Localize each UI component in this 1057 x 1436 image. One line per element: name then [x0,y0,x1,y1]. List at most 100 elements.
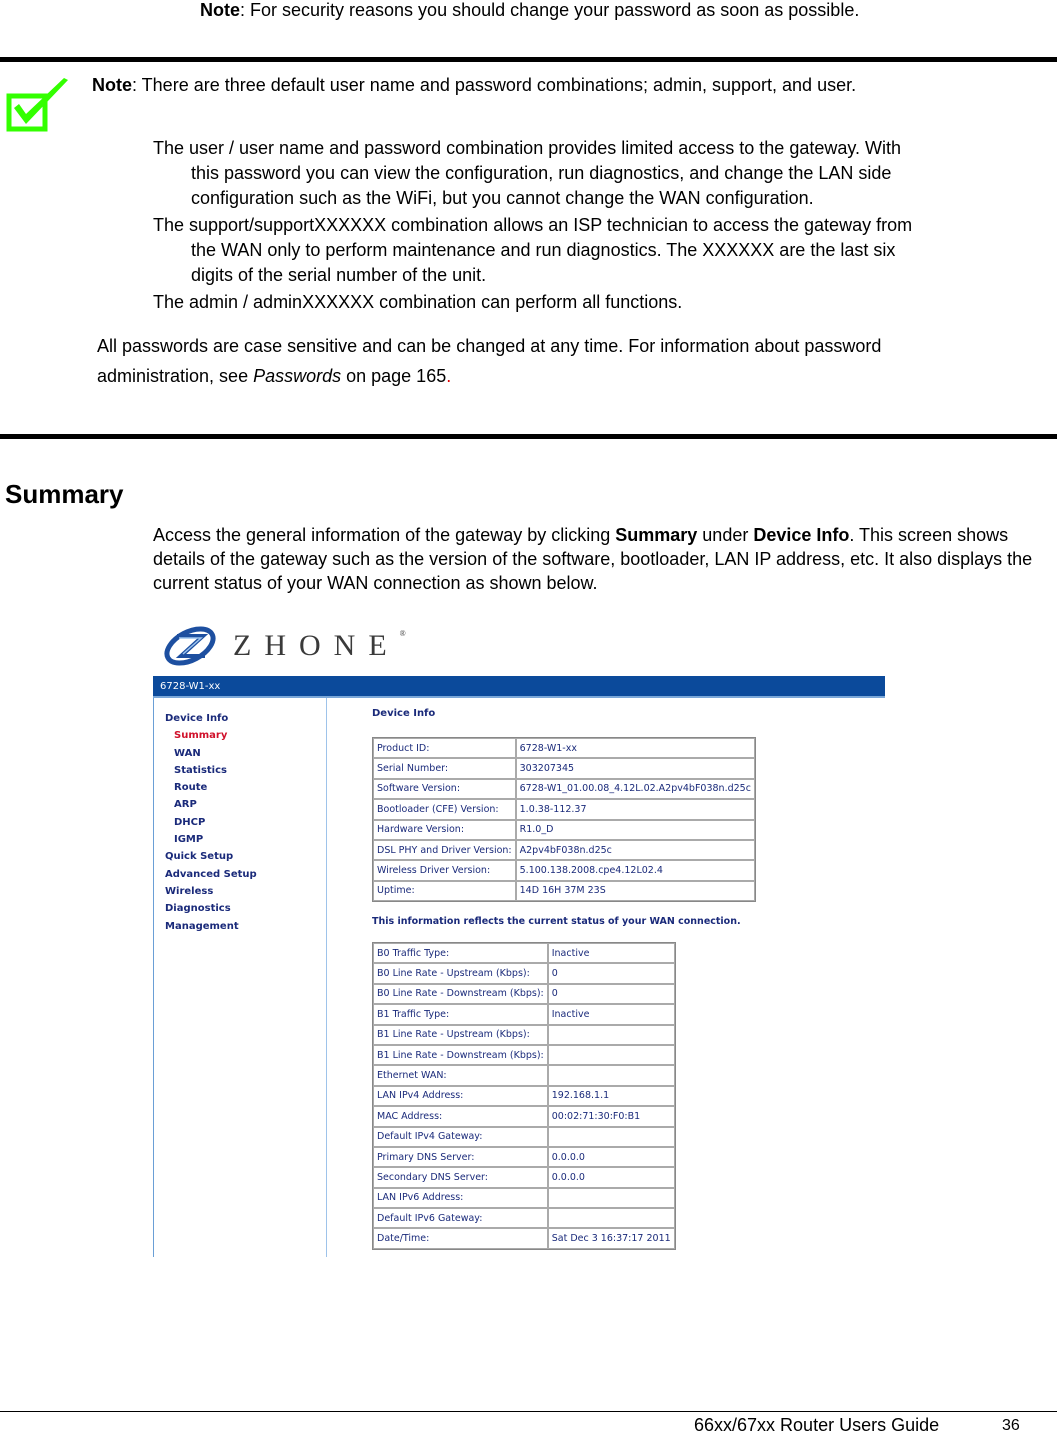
field-value [547,1024,675,1045]
table-row: Product ID: 6728-W1-xx [373,738,755,759]
sidebar-item-advanced-setup[interactable]: Advanced Setup [165,866,257,883]
sidebar-item-statistics[interactable]: Statistics [165,762,257,779]
field-label: Product ID: [373,738,516,759]
zhone-logo: ZHONE® [161,622,406,670]
sidebar-item-device-info[interactable]: Device Info [165,710,257,727]
field-value: 0.0.0.0 [547,1146,675,1168]
field-label: Default IPv6 Gateway: [373,1208,548,1229]
field-label: B0 Traffic Type: [373,943,548,964]
note-text: : For security reasons you should change… [240,0,860,20]
field-label: B1 Line Rate - Downstream (Kbps): [373,1044,548,1066]
period: . [446,366,452,386]
field-value [547,1187,675,1209]
sidebar-item-summary[interactable]: Summary [165,727,257,744]
field-value [547,1065,675,1086]
sidebar-item-wan[interactable]: WAN [165,745,257,762]
field-value: 192.168.1.1 [547,1085,675,1107]
sidebar-item-arp[interactable]: ARP [165,796,257,813]
footer-divider [0,1411,1057,1412]
table-row: B0 Line Rate - Downstream (Kbps): 0 [373,983,675,1005]
field-value: A2pv4bF038n.d25c [515,839,755,861]
table-row: LAN IPv4 Address: 192.168.1.1 [373,1085,675,1107]
table-row: Serial Number: 303207345 [373,758,755,779]
table-row: Bootloader (CFE) Version: 1.0.38-112.37 [373,799,755,820]
table-row: B1 Traffic Type: Inactive [373,1004,675,1025]
credential-item-user: The user / user name and password combin… [153,136,1043,211]
note-text: : There are three default user name and … [132,75,857,95]
field-value: 14D 16H 37M 23S [515,880,755,902]
item-line: The admin / adminXXXXXX combination can … [153,292,683,312]
summary-paragraph: Access the general information of the ga… [153,523,1033,595]
table-row: B1 Line Rate - Upstream (Kbps): [373,1024,675,1045]
table-row: Wireless Driver Version: 5.100.138.2008.c… [373,860,755,881]
sidebar-item-igmp[interactable]: IGMP [165,831,257,848]
field-value: 5.100.138.2008.cpe4.12L02.4 [515,860,755,881]
field-label: Date/Time: [373,1228,548,1249]
field-label: Secondary DNS Server: [373,1167,548,1188]
field-value: 6728-W1_01.00.08_4.12L.02.A2pv4bF038n.d2… [515,778,755,800]
text: under [697,525,754,545]
field-value: Inactive [547,943,675,964]
table-row: DSL PHY and Driver Version: A2pv4bF038n.d… [373,839,755,861]
field-label: Serial Number: [373,758,516,779]
field-label: Hardware Version: [373,819,516,840]
field-value: 00:02:71:30:F0:B1 [547,1106,675,1127]
table-row: MAC Address: 00:02:71:30:F0:B1 [373,1106,675,1127]
field-label: Default IPv4 Gateway: [373,1126,548,1147]
field-value [547,1044,675,1066]
green-checkbox-icon [6,78,68,132]
divider-bottom [0,434,1057,439]
table-row: Ethernet WAN: [373,1065,675,1086]
bold-term: Summary [615,525,698,545]
passwords-link[interactable]: Passwords [253,366,341,386]
registered-mark: ® [399,629,406,638]
device-info-heading: Device Info [372,708,436,719]
sidebar-item-management[interactable]: Management [165,918,257,935]
field-label: LAN IPv6 Address: [373,1187,548,1209]
item-line: configuration such as the WiFi, but you … [191,188,814,208]
sidebar-item-route[interactable]: Route [165,779,257,796]
item-line: the WAN only to perform maintenance and … [191,240,896,260]
field-value: 1.0.38-112.37 [515,799,755,820]
bold-term: Device Info [753,525,850,545]
field-value: Inactive [547,1004,675,1025]
sidebar-item-quick-setup[interactable]: Quick Setup [165,848,257,865]
credential-item-support: The support/supportXXXXXX combination al… [153,213,1043,288]
item-line: The support/supportXXXXXX combination al… [153,215,913,235]
default-credentials-note: Note: There are three default user name … [92,75,856,96]
field-label: DSL PHY and Driver Version: [373,839,516,861]
field-value: 0 [547,983,675,1005]
table-row: Software Version: 6728-W1_01.00.08_4.12L.… [373,778,755,800]
field-value: 6728-W1-xx [515,738,755,759]
passwords-paragraph: All passwords are case sensitive and can… [97,331,1037,391]
table-row: Hardware Version: R1.0_D [373,819,755,840]
zhone-logo-icon [164,626,216,666]
page-number: 36 [1002,1417,1020,1434]
sidebar-item-diagnostics[interactable]: Diagnostics [165,900,257,917]
text: Access the general information of the ga… [153,525,616,545]
note-label: Note [200,0,240,20]
field-value: Sat Dec 3 16:37:17 2011 [547,1228,675,1249]
logo-text: ZHONE® [233,629,406,663]
field-label: Bootloader (CFE) Version: [373,799,516,820]
device-info-table: Product ID: 6728-W1-xx Serial Number: 30320… [372,737,756,903]
paragraph-line: administration, see Passwords on page 16… [97,361,1037,391]
sidebar-nav: Device Info Summary WAN Statistics Route ARP D… [165,710,257,935]
field-label: B1 Line Rate - Upstream (Kbps): [373,1024,548,1045]
field-value [547,1208,675,1229]
text: administration, see [97,366,254,386]
item-line: this password you can view the configura… [191,163,892,183]
sidebar-item-wireless[interactable]: Wireless [165,883,257,900]
field-label: MAC Address: [373,1106,548,1127]
logo-wordmark: ZHONE [233,629,400,662]
model-title-bar: 6728-W1-xx [153,676,885,698]
table-row: Default IPv6 Gateway: [373,1208,675,1229]
table-row: Date/Time: Sat Dec 3 16:37:17 2011 [373,1228,675,1249]
sidebar-item-dhcp[interactable]: DHCP [165,814,257,831]
field-label: B1 Traffic Type: [373,1004,548,1025]
field-value [547,1126,675,1147]
field-value: 0.0.0.0 [547,1167,675,1188]
router-sidebar: Device Info Summary WAN Statistics Route ARP D… [153,698,327,1257]
field-label: Uptime: [373,880,516,902]
field-label: Software Version: [373,778,516,800]
